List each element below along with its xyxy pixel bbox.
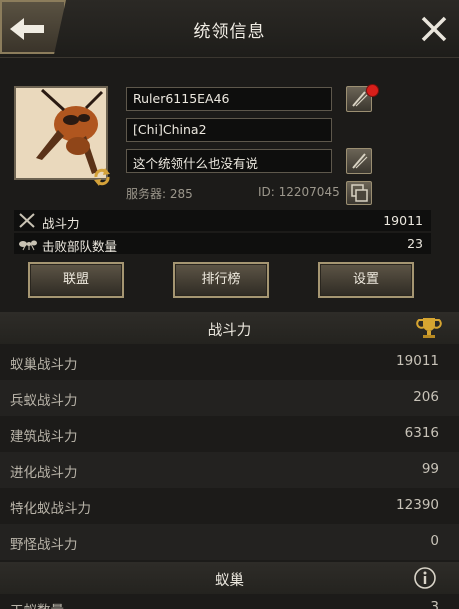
combat-power-section-header: 战斗力 [0, 312, 459, 344]
nest-row-value: 3 [430, 599, 439, 609]
alliance-field: [Chi]China2 [126, 118, 332, 142]
trophy-icon[interactable] [416, 315, 442, 341]
power-row-value: 6316 [404, 425, 439, 441]
power-row-value: 0 [430, 533, 439, 549]
edit-icon [352, 153, 368, 169]
nest-row-label: 工蚁数量 [10, 599, 64, 609]
defeated-troops-value: 23 [407, 236, 423, 251]
combat-power-label: 战斗力 [42, 216, 80, 231]
power-row: 进化战斗力 99 [0, 452, 459, 488]
power-row-value: 19011 [396, 353, 439, 369]
power-row-label: 建筑战斗力 [10, 429, 78, 445]
copy-id-button[interactable] [346, 181, 372, 205]
nest-row: 工蚁数量 3 [0, 594, 459, 609]
server-label: 服务器: 285 [126, 187, 193, 201]
power-row: 特化蚁战斗力 12390 [0, 488, 459, 524]
close-icon [421, 16, 447, 42]
commander-name-field[interactable]: Ruler6115EA46 [126, 87, 332, 111]
page-title: 统领信息 [193, 22, 266, 42]
power-row-label: 进化战斗力 [10, 465, 78, 481]
ant-icon [19, 240, 37, 251]
power-row: 蚁巢战斗力 19011 [0, 344, 459, 380]
power-row: 兵蚁战斗力 206 [0, 380, 459, 416]
section-title: 蚁巢 [215, 573, 244, 589]
player-id: ID: 12207045 [258, 185, 340, 199]
power-row-value: 99 [421, 461, 439, 477]
power-row-value: 206 [413, 389, 439, 405]
ranking-button[interactable]: 排行榜 [173, 262, 269, 298]
edit-icon [352, 91, 368, 107]
defeated-troops-label: 击败部队数量 [42, 239, 118, 254]
power-row-label: 野怪战斗力 [10, 537, 78, 553]
copy-icon [351, 184, 368, 202]
alliance-button[interactable]: 联盟 [28, 262, 124, 298]
power-row: 建筑战斗力 6316 [0, 416, 459, 452]
avatar[interactable] [14, 86, 108, 180]
top-bar: 统领信息 [0, 0, 459, 58]
defeated-troops-row: 击败部队数量 23 [14, 233, 431, 254]
edit-motto-button[interactable] [346, 148, 372, 174]
power-row-label: 兵蚁战斗力 [10, 393, 78, 409]
section-title: 战斗力 [207, 323, 252, 339]
settings-button[interactable]: 设置 [318, 262, 414, 298]
refresh-icon[interactable] [92, 167, 112, 187]
power-row-value: 12390 [396, 497, 439, 513]
close-button[interactable] [419, 14, 449, 44]
info-icon[interactable] [413, 566, 437, 590]
power-row: 野怪战斗力 0 [0, 524, 459, 560]
power-row-label: 特化蚁战斗力 [10, 501, 91, 517]
combat-power-row: 战斗力 19011 [14, 210, 431, 231]
motto-field[interactable]: 这个统领什么也没有说 [126, 149, 332, 173]
nest-section-header: 蚁巢 [0, 562, 459, 594]
notification-dot [366, 84, 379, 97]
combat-power-value: 19011 [383, 213, 423, 228]
crossed-swords-icon [19, 213, 35, 228]
power-row-label: 蚁巢战斗力 [10, 357, 78, 373]
